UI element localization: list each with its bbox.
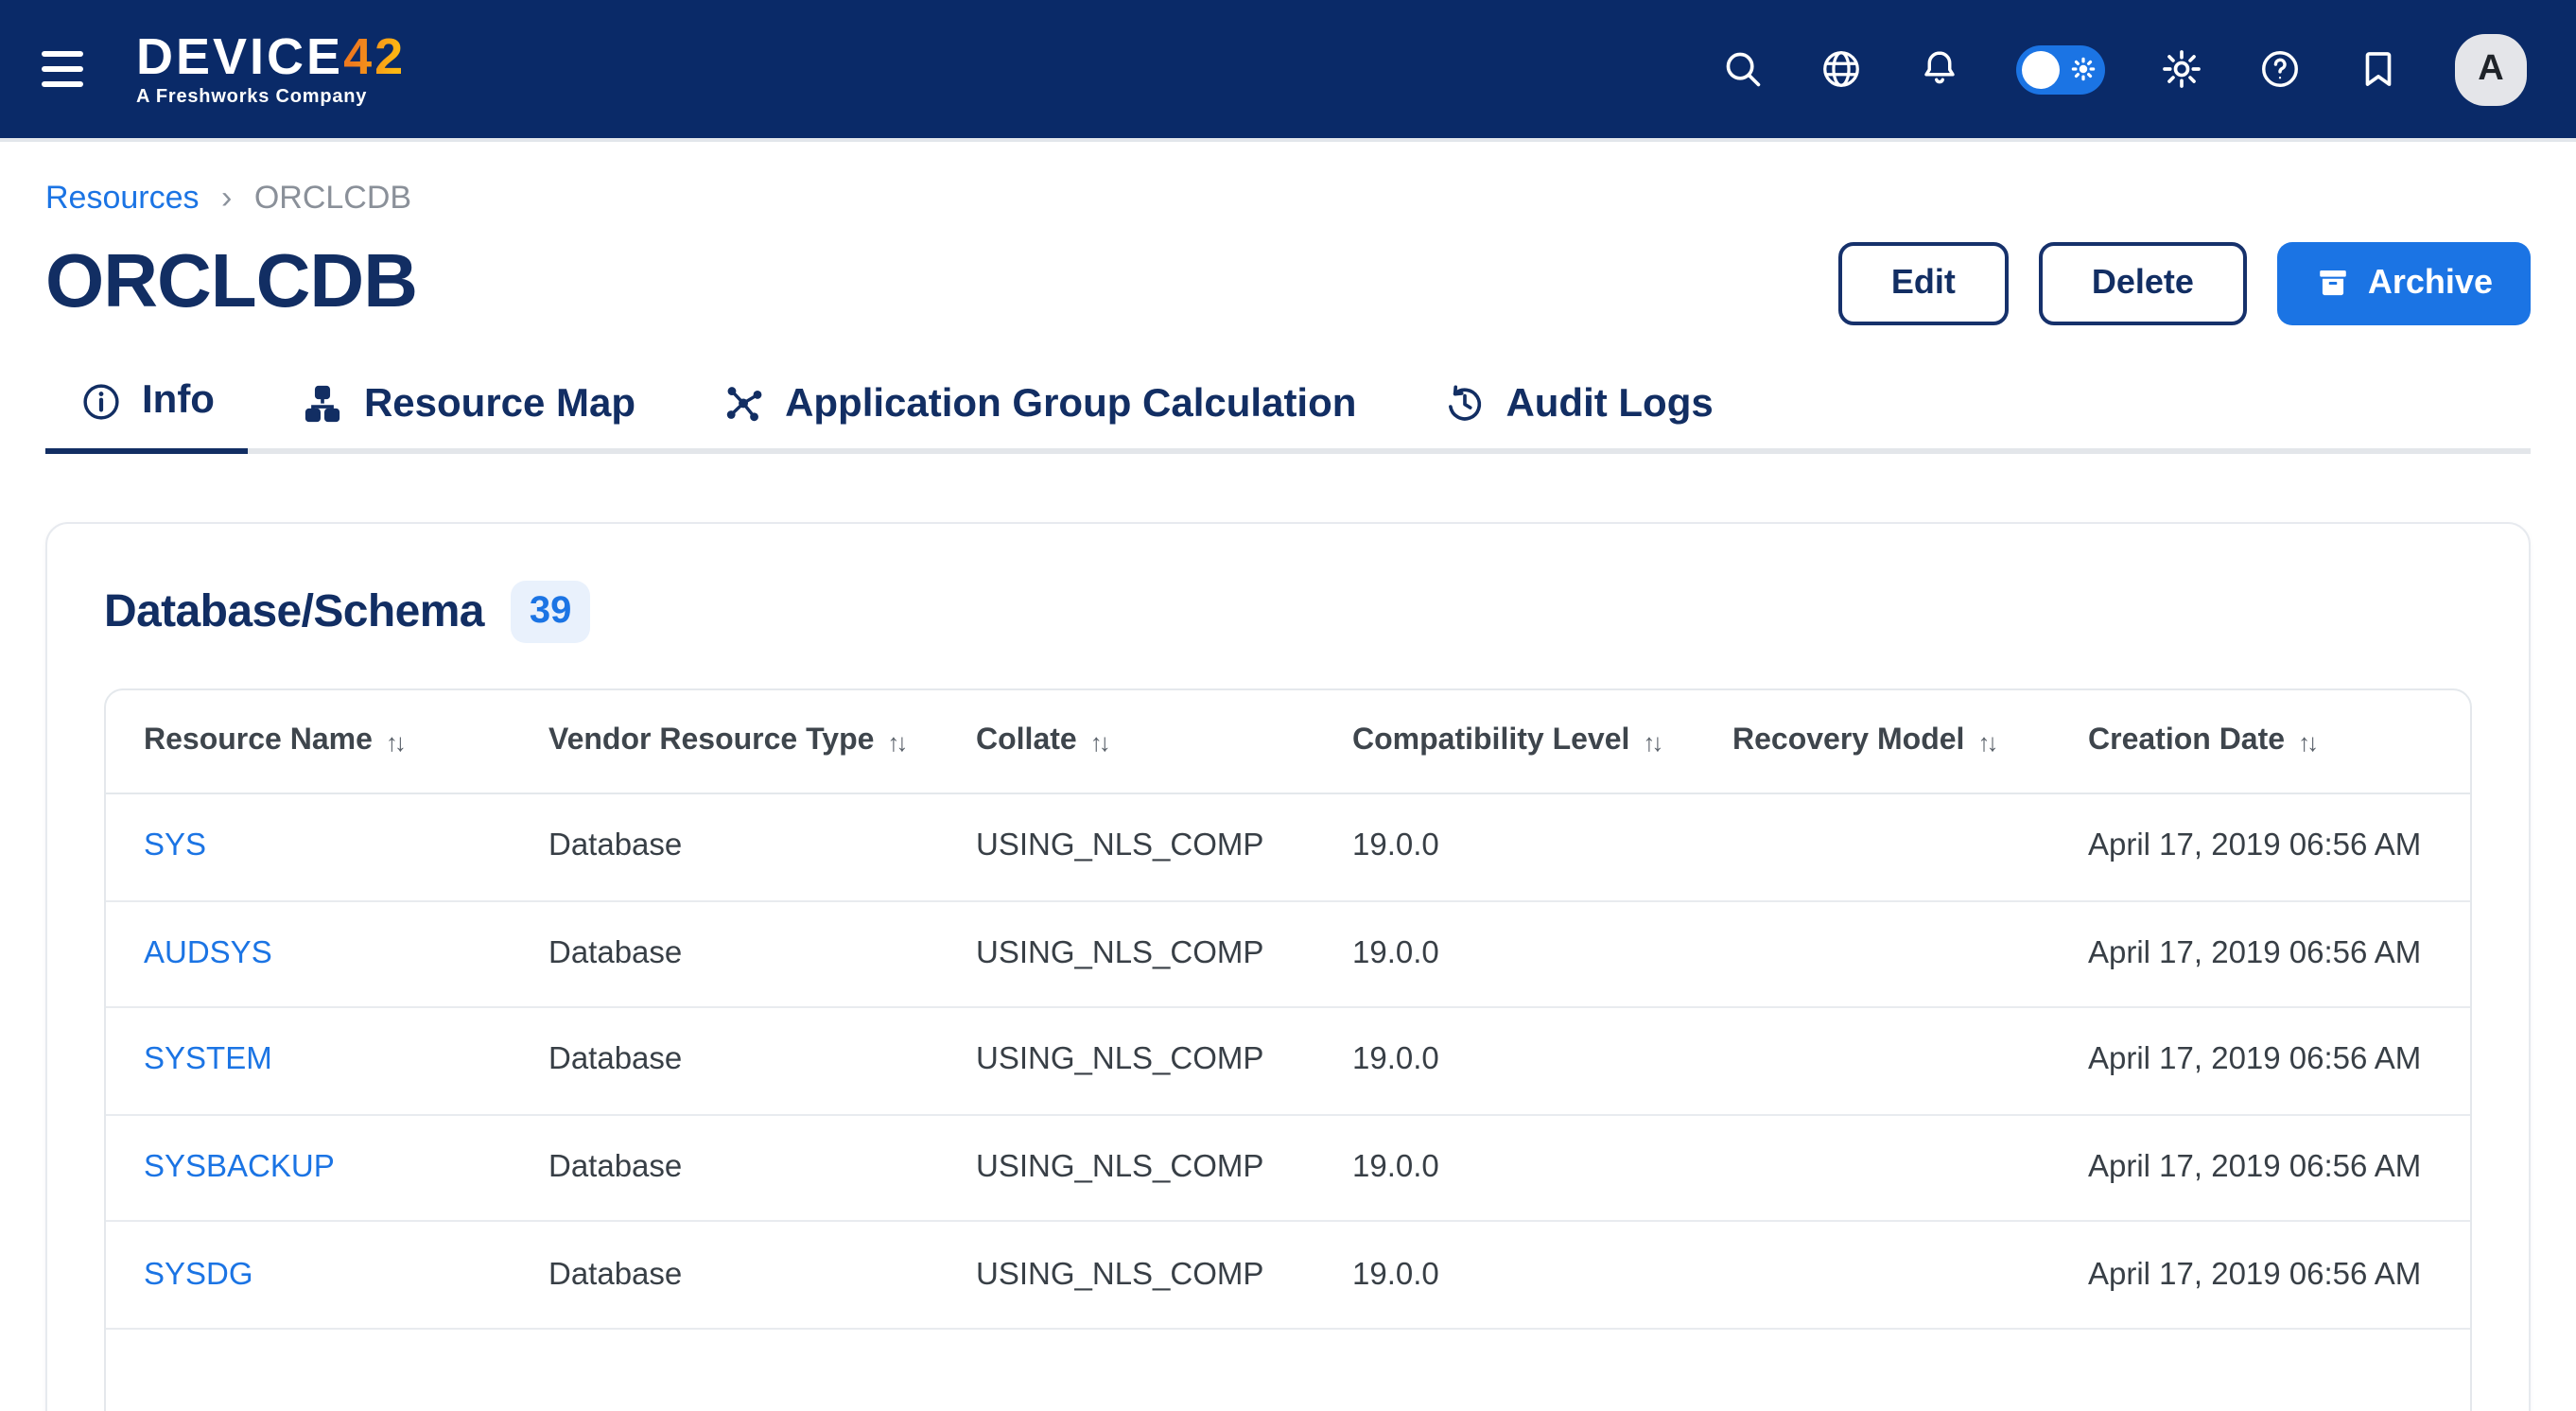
- gear-icon[interactable]: [2160, 47, 2203, 91]
- bell-icon[interactable]: [1918, 47, 1961, 91]
- tab-audit-logs-label: Audit Logs: [1506, 381, 1713, 427]
- compatibility-level-cell: 19.0.0: [1314, 1150, 1695, 1186]
- column-header-creation-date[interactable]: Creation Date↑↓: [2050, 724, 2470, 758]
- collate-cell: USING_NLS_COMP: [938, 829, 1314, 865]
- creation-date-cell: April 17, 2019 06:56 AM: [2050, 829, 2470, 865]
- sort-icon: ↑↓: [386, 727, 403, 756]
- tab-info[interactable]: Info: [45, 378, 249, 454]
- collate-cell: USING_NLS_COMP: [938, 1150, 1314, 1186]
- table-row: SYSBACKUP Database USING_NLS_COMP 19.0.0…: [106, 1116, 2470, 1223]
- column-header-collate[interactable]: Collate↑↓: [938, 724, 1314, 758]
- table-header-row: Resource Name↑↓ Vendor Resource Type↑↓ C…: [106, 690, 2470, 794]
- sitemap-icon: [302, 382, 345, 426]
- resource-name-link[interactable]: SYSBACKUP: [106, 1150, 511, 1186]
- column-header-resource-name[interactable]: Resource Name↑↓: [106, 724, 511, 758]
- header-icon-group: A: [1721, 33, 2527, 105]
- breadcrumb-separator: ›: [221, 180, 232, 216]
- logo-tagline: A Freshworks Company: [136, 88, 406, 107]
- nodes-icon: [722, 382, 766, 426]
- database-schema-card: Database/Schema 39 Resource Name↑↓ Vendo…: [45, 522, 2531, 1411]
- delete-button[interactable]: Delete: [2039, 241, 2247, 324]
- sort-icon: ↑↓: [887, 727, 904, 756]
- resource-name-link[interactable]: SYSTEM: [106, 1043, 511, 1079]
- collate-cell: USING_NLS_COMP: [938, 936, 1314, 972]
- compatibility-level-cell: 19.0.0: [1314, 829, 1695, 865]
- sort-icon: ↑↓: [1090, 727, 1107, 756]
- logo-brand-text: DEVICE: [136, 27, 343, 84]
- tab-resource-map[interactable]: Resource Map: [268, 378, 670, 454]
- collate-cell: USING_NLS_COMP: [938, 1257, 1314, 1293]
- vendor-resource-type-cell: Database: [511, 1043, 938, 1079]
- menu-icon[interactable]: [42, 50, 91, 87]
- search-icon[interactable]: [1721, 47, 1765, 91]
- logo-42-text: 42: [343, 27, 406, 84]
- table-row: SYSDG Database USING_NLS_COMP 19.0.0 Apr…: [106, 1223, 2470, 1330]
- main-content: Resources › ORCLCDB ORCLCDB Edit Delete …: [0, 180, 2576, 1411]
- vendor-resource-type-cell: Database: [511, 936, 938, 972]
- table-row: [106, 1330, 2470, 1411]
- sort-icon: ↑↓: [2298, 727, 2315, 756]
- help-icon[interactable]: [2258, 47, 2302, 91]
- column-header-compatibility-level[interactable]: Compatibility Level↑↓: [1314, 724, 1695, 758]
- tab-application-group-calculation[interactable]: Application Group Calculation: [688, 378, 1390, 454]
- compatibility-level-cell: 19.0.0: [1314, 936, 1695, 972]
- table-row: AUDSYS Database USING_NLS_COMP 19.0.0 Ap…: [106, 901, 2470, 1008]
- archive-button-label: Archive: [2368, 263, 2493, 303]
- sort-icon: ↑↓: [1977, 727, 1994, 756]
- tab-bar: Info Resource Map: [45, 378, 2531, 454]
- breadcrumb-current: ORCLCDB: [254, 180, 411, 216]
- history-icon: [1443, 382, 1487, 426]
- vendor-resource-type-cell: Database: [511, 1150, 938, 1186]
- compatibility-level-cell: 19.0.0: [1314, 1043, 1695, 1079]
- archive-button[interactable]: Archive: [2277, 241, 2531, 324]
- compatibility-level-cell: 19.0.0: [1314, 1257, 1695, 1293]
- page-title: ORCLCDB: [45, 240, 417, 325]
- tab-resource-map-label: Resource Map: [364, 381, 635, 427]
- device42-logo[interactable]: DEVICE42 A Freshworks Company: [136, 31, 406, 107]
- vendor-resource-type-cell: Database: [511, 829, 938, 865]
- sort-icon: ↑↓: [1643, 727, 1660, 756]
- count-badge: 39: [511, 581, 591, 643]
- archive-icon: [2315, 265, 2351, 301]
- breadcrumb: Resources › ORCLCDB: [45, 180, 2531, 218]
- column-header-recovery-model[interactable]: Recovery Model↑↓: [1695, 724, 2050, 758]
- info-icon: [79, 379, 123, 423]
- section-title: Database/Schema: [104, 585, 484, 638]
- top-navigation-bar: DEVICE42 A Freshworks Company: [0, 0, 2576, 142]
- creation-date-cell: April 17, 2019 06:56 AM: [2050, 1043, 2470, 1079]
- table-row: SYS Database USING_NLS_COMP 19.0.0 April…: [106, 794, 2470, 901]
- creation-date-cell: April 17, 2019 06:56 AM: [2050, 936, 2470, 972]
- resource-name-link[interactable]: SYS: [106, 829, 511, 865]
- theme-toggle[interactable]: [2016, 44, 2105, 94]
- tab-info-label: Info: [142, 378, 215, 424]
- tab-application-group-calculation-label: Application Group Calculation: [785, 381, 1356, 427]
- title-row: ORCLCDB Edit Delete Archive: [45, 240, 2531, 325]
- creation-date-cell: April 17, 2019 06:56 AM: [2050, 1150, 2470, 1186]
- avatar-initial: A: [2478, 48, 2503, 90]
- creation-date-cell: April 17, 2019 06:56 AM: [2050, 1257, 2470, 1293]
- breadcrumb-resources-link[interactable]: Resources: [45, 180, 200, 216]
- app-window: DEVICE42 A Freshworks Company: [0, 0, 2576, 1411]
- user-avatar[interactable]: A: [2455, 33, 2527, 105]
- tab-audit-logs[interactable]: Audit Logs: [1409, 378, 1747, 454]
- edit-button[interactable]: Edit: [1838, 241, 2009, 324]
- globe-icon[interactable]: [1819, 47, 1863, 91]
- database-schema-table: Resource Name↑↓ Vendor Resource Type↑↓ C…: [104, 688, 2472, 1411]
- section-header: Database/Schema 39: [104, 581, 2472, 643]
- column-header-vendor-resource-type[interactable]: Vendor Resource Type↑↓: [511, 724, 938, 758]
- resource-name-link[interactable]: SYSDG: [106, 1257, 511, 1293]
- toggle-knob: [2022, 50, 2060, 88]
- action-buttons: Edit Delete Archive: [1838, 241, 2531, 324]
- bookmark-icon[interactable]: [2357, 47, 2400, 91]
- table-row: SYSTEM Database USING_NLS_COMP 19.0.0 Ap…: [106, 1008, 2470, 1115]
- sun-icon: [2069, 55, 2097, 83]
- vendor-resource-type-cell: Database: [511, 1257, 938, 1293]
- collate-cell: USING_NLS_COMP: [938, 1043, 1314, 1079]
- resource-name-link[interactable]: AUDSYS: [106, 936, 511, 972]
